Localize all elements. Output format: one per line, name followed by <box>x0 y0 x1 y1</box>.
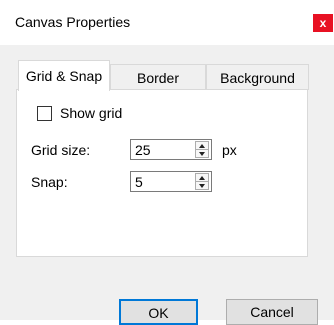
snap-label: Snap: <box>31 174 68 190</box>
snap-decrement-button[interactable] <box>196 182 208 189</box>
title-bar: Canvas Properties x <box>0 0 334 45</box>
snap-spin-buttons[interactable] <box>195 173 209 190</box>
snap-input[interactable]: 5 <box>135 174 143 190</box>
chevron-up-icon <box>199 143 205 148</box>
snap-stepper[interactable]: 5 <box>130 171 212 192</box>
close-icon: x <box>319 16 327 30</box>
grid-size-label: Grid size: <box>31 142 91 158</box>
snap-increment-button[interactable] <box>196 174 208 182</box>
cancel-button-label: Cancel <box>250 304 294 320</box>
grid-size-spin-buttons[interactable] <box>195 141 209 158</box>
chevron-down-icon <box>199 151 205 156</box>
tab-border[interactable]: Border <box>110 64 206 90</box>
chevron-down-icon <box>199 183 205 188</box>
tab-label: Border <box>136 69 180 86</box>
canvas-properties-dialog: Canvas Properties x Grid & Snap Border B… <box>0 0 334 325</box>
grid-size-unit: px <box>222 142 237 158</box>
show-grid-label[interactable]: Show grid <box>60 105 122 121</box>
dialog-title: Canvas Properties <box>15 14 131 30</box>
close-button[interactable]: x <box>313 14 333 32</box>
ok-button-label: OK <box>148 305 169 321</box>
tab-background[interactable]: Background <box>206 64 309 90</box>
ok-button[interactable]: OK <box>119 299 198 325</box>
grid-size-increment-button[interactable] <box>196 142 208 150</box>
tab-grid-snap-active[interactable]: Grid & Snap <box>18 60 110 91</box>
grid-size-stepper[interactable]: 25 <box>130 139 212 160</box>
grid-size-decrement-button[interactable] <box>196 150 208 157</box>
grid-size-input[interactable]: 25 <box>135 142 151 158</box>
tab-label: Grid & Snap <box>25 68 103 84</box>
show-grid-checkbox[interactable] <box>37 106 52 121</box>
tab-label: Background <box>220 69 295 86</box>
cancel-button[interactable]: Cancel <box>226 299 318 325</box>
chevron-up-icon <box>199 175 205 180</box>
